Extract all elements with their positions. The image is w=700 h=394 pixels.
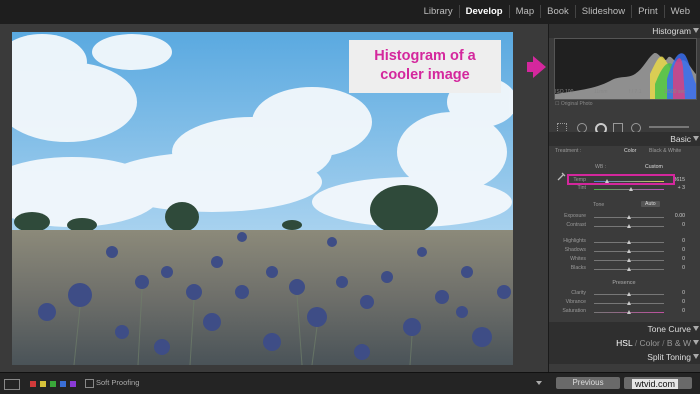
module-print[interactable]: Print — [632, 5, 665, 18]
histogram-callout: Histogram of a cooler image — [349, 40, 501, 93]
exposure-thumb[interactable] — [627, 215, 631, 219]
vibrance-label: Vibrance — [565, 299, 586, 305]
whites-thumb[interactable] — [627, 258, 631, 262]
red-label-swatch[interactable] — [30, 381, 36, 387]
module-bar: Library Develop Map Book Slideshow Print… — [0, 0, 700, 25]
callout-arrow-icon — [533, 56, 546, 78]
exif-focal: 11mm — [594, 89, 608, 95]
previous-button[interactable]: Previous — [556, 377, 620, 389]
shadows-value[interactable]: 0 — [682, 247, 685, 253]
treatment-color[interactable]: Color — [624, 148, 636, 154]
exif-shutter: 1/500 sec — [664, 89, 686, 95]
hsl-collapse-icon — [693, 340, 699, 345]
clarity-label: Clarity — [571, 290, 586, 296]
tone-curve-title: Tone Curve — [647, 324, 691, 334]
vibrance-value[interactable]: 0 — [682, 299, 685, 305]
blacks-value[interactable]: 0 — [682, 265, 685, 271]
basic-collapse-icon — [693, 136, 699, 141]
histogram-title: Histogram — [652, 26, 691, 36]
auto-button[interactable]: Auto — [641, 201, 660, 207]
saturation-value[interactable]: 0 — [682, 308, 685, 314]
bottom-toolbar: Soft Proofing Previous Reset wtvid.com — [0, 372, 700, 394]
contrast-label: Contrast — [566, 222, 586, 228]
blacks-label: Blacks — [570, 265, 586, 271]
module-picker: Library Develop Map Book Slideshow Print… — [418, 5, 696, 18]
collapse-triangle-icon — [693, 28, 699, 33]
split-toning-collapse-icon — [693, 354, 699, 359]
exif-iso: ISO 100 — [555, 89, 574, 95]
saturation-thumb[interactable] — [627, 310, 631, 314]
hsl-panel-header[interactable]: HSL / Color / B & W — [549, 336, 700, 350]
tone-label: Tone — [593, 202, 605, 208]
blue-label-swatch[interactable] — [60, 381, 66, 387]
shadows-label: Shadows — [564, 247, 586, 253]
module-book[interactable]: Book — [541, 5, 576, 18]
wb-select[interactable]: Custom — [645, 164, 663, 170]
histogram-panel-header[interactable]: Histogram — [549, 24, 700, 38]
watermark-text: wtvid.com — [632, 379, 679, 389]
brush-slider[interactable] — [649, 126, 689, 128]
module-slideshow[interactable]: Slideshow — [576, 5, 633, 18]
clarity-value[interactable]: 0 — [682, 290, 685, 296]
shadows-thumb[interactable] — [627, 249, 631, 253]
soft-proofing-label: Soft Proofing — [96, 378, 140, 387]
exif-aperture: f / 7.1 — [629, 89, 642, 95]
clarity-thumb[interactable] — [627, 292, 631, 296]
purple-label-swatch[interactable] — [70, 381, 76, 387]
module-web[interactable]: Web — [665, 5, 696, 18]
highlights-value[interactable]: 0 — [682, 238, 685, 244]
tint-label: Tint — [577, 185, 586, 191]
tone-curve-panel-header[interactable]: Tone Curve — [549, 322, 700, 336]
callout-line-1: Histogram of a — [374, 48, 476, 64]
module-develop[interactable]: Develop — [460, 5, 510, 18]
callout-line-2: cooler image — [380, 67, 470, 83]
hsl-tab[interactable]: HSL — [616, 338, 632, 348]
whites-label: Whites — [570, 256, 586, 262]
highlights-thumb[interactable] — [627, 240, 631, 244]
vibrance-thumb[interactable] — [627, 301, 631, 305]
green-label-swatch[interactable] — [50, 381, 56, 387]
view-mode-icon[interactable] — [4, 379, 20, 390]
tint-value[interactable]: + 3 — [678, 185, 685, 191]
color-tab[interactable]: Color — [639, 338, 659, 348]
temp-highlight-box — [567, 174, 675, 185]
whites-value[interactable]: 0 — [682, 256, 685, 262]
exposure-value[interactable]: 0.00 — [675, 213, 685, 219]
module-map[interactable]: Map — [510, 5, 542, 18]
basic-title: Basic — [670, 134, 691, 144]
tone-curve-collapse-icon — [693, 326, 699, 331]
basic-panel-header[interactable]: Basic — [549, 132, 700, 146]
contrast-thumb[interactable] — [627, 224, 631, 228]
module-library[interactable]: Library — [418, 5, 460, 18]
toolbar-dropdown-icon[interactable] — [536, 381, 542, 385]
saturation-label: Saturation — [562, 308, 586, 314]
exposure-label: Exposure — [564, 213, 586, 219]
soft-proofing-checkbox[interactable] — [85, 379, 94, 388]
bw-tab[interactable]: B & W — [667, 338, 691, 348]
treatment-label: Treatment : — [555, 148, 582, 154]
temp-value[interactable]: 3615 — [673, 177, 685, 183]
blacks-thumb[interactable] — [627, 267, 631, 271]
original-photo-label: Original Photo — [560, 101, 593, 107]
treatment-bw[interactable]: Black & White — [649, 148, 681, 154]
split-toning-title: Split Toning — [647, 352, 691, 362]
wb-label: WB : — [595, 164, 607, 170]
original-photo-checkbox[interactable]: ☐ Original Photo — [555, 101, 593, 107]
tint-thumb[interactable] — [629, 187, 633, 191]
highlights-label: Highlights — [563, 238, 586, 244]
yellow-label-swatch[interactable] — [40, 381, 46, 387]
develop-right-panel: Histogram ISO 100 11mm f / 7.1 1/500 sec… — [548, 24, 700, 373]
contrast-value[interactable]: 0 — [682, 222, 685, 228]
split-toning-panel-header[interactable]: Split Toning — [549, 350, 700, 364]
presence-label: Presence — [612, 280, 636, 286]
